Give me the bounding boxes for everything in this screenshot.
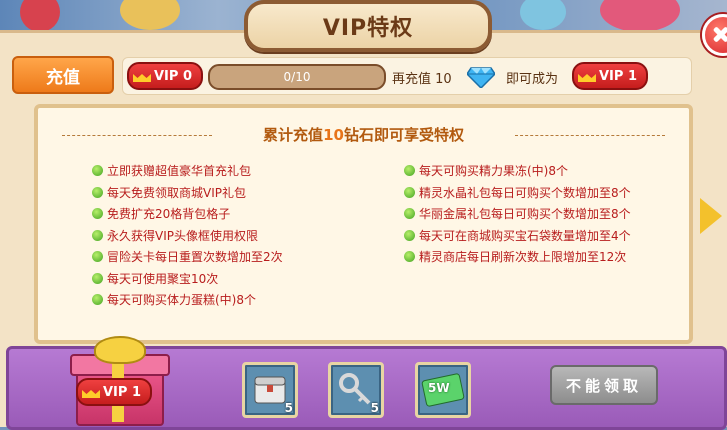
- perks-panel: 累计充值10钻石即可享受特权 立即获赠超值豪华首充礼包 每天免费领取商城VIP礼包…: [34, 104, 693, 344]
- next-vip-label: VIP 1: [599, 68, 637, 84]
- page-title: VIP特权: [322, 16, 414, 41]
- next-vip-badge: VIP 1: [572, 62, 648, 90]
- recharge-button[interactable]: 充值: [12, 56, 114, 94]
- perk-item: 精灵商店每日刷新次数上限增加至12次: [404, 248, 626, 265]
- diamond-icon: [467, 67, 495, 88]
- reward-item-chest[interactable]: 5: [242, 362, 298, 418]
- bullet-icon: [404, 165, 415, 176]
- claim-button[interactable]: 不能领取: [550, 365, 658, 405]
- become-text: 即可成为: [506, 72, 559, 87]
- item-count: 5: [370, 401, 379, 415]
- perk-text: 每天免费领取商城VIP礼包: [107, 185, 246, 200]
- bullet-icon: [404, 251, 415, 262]
- bullet-icon: [404, 186, 415, 198]
- perk-item: 永久获得VIP头像框使用权限: [92, 227, 258, 244]
- perk-item: 每天可使用聚宝10次: [92, 270, 218, 287]
- perks-header: 累计充值10钻石即可享受特权: [263, 126, 464, 144]
- crown-icon: [133, 70, 151, 82]
- stall-decoration: [600, 0, 680, 32]
- perk-text: 冒险关卡每日重置次数增加至2次: [107, 250, 283, 264]
- crown-icon: [578, 70, 596, 82]
- perk-text: 精灵商店每日刷新次数上限增加至12次: [419, 250, 627, 264]
- perk-item: 每天可购买精力果冻(中)8个: [404, 162, 568, 179]
- gift-vip-label: VIP 1: [103, 384, 141, 400]
- perk-text: 每天可在商城购买宝石袋数量增加至4个: [419, 228, 631, 243]
- bullet-icon: [404, 208, 415, 219]
- reward-item-energy-card[interactable]: 5W: [415, 362, 471, 418]
- recharge-amount: 10: [435, 72, 452, 87]
- energy-card-label: 5W: [428, 381, 450, 395]
- balloon-decoration: [520, 0, 566, 30]
- perk-item: 冒险关卡每日重置次数增加至2次: [92, 248, 283, 265]
- perk-item: 立即获赠超值豪华首充礼包: [92, 162, 251, 179]
- progress-text: 0/10: [283, 70, 311, 84]
- gift-vip-badge: VIP 1: [76, 378, 152, 406]
- bullet-icon: [92, 251, 103, 262]
- perk-text: 华丽金属礼包每日可购买个数增加至8个: [419, 207, 631, 221]
- next-page-arrow[interactable]: [700, 198, 722, 234]
- perk-text: 精灵水晶礼包每日可购买个数增加至8个: [419, 185, 631, 200]
- bullet-icon: [404, 229, 415, 241]
- current-vip-label: VIP 0: [154, 68, 192, 84]
- perk-item: 精灵水晶礼包每日可购买个数增加至8个: [404, 184, 631, 201]
- crown-icon: [82, 386, 100, 398]
- reward-item-key[interactable]: 5: [328, 362, 384, 418]
- item-count: 5: [284, 401, 293, 415]
- perk-text: 每天可购买体力蛋糕(中)8个: [107, 293, 256, 307]
- perk-item: 每天可在商城购买宝石袋数量增加至4个: [404, 227, 631, 244]
- balloon-decoration: [20, 0, 60, 32]
- recharge-prefix-text: 再充值 10: [392, 72, 452, 87]
- perk-item: 每天免费领取商城VIP礼包: [92, 184, 246, 201]
- bullet-icon: [92, 229, 103, 241]
- perk-text: 永久获得VIP头像框使用权限: [107, 228, 258, 243]
- bullet-icon: [92, 208, 103, 219]
- bullet-icon: [92, 294, 103, 305]
- cloud-decoration: [120, 0, 180, 30]
- vip-progress-bar: 0/10: [208, 64, 386, 90]
- title-plate: VIP特权: [244, 0, 492, 52]
- perk-text: 每天可购买精力果冻(中)8个: [419, 164, 568, 178]
- perk-text: 每天可使用聚宝10次: [107, 271, 219, 286]
- bullet-icon: [92, 186, 103, 198]
- perk-text: 立即获赠超值豪华首充礼包: [107, 164, 252, 178]
- perk-text: 免费扩充20格背包格子: [107, 207, 231, 221]
- perk-item: 每天可购买体力蛋糕(中)8个: [92, 291, 256, 308]
- current-vip-badge: VIP 0: [127, 62, 203, 90]
- perk-item: 华丽金属礼包每日可购买个数增加至8个: [404, 205, 631, 222]
- bullet-icon: [92, 272, 103, 284]
- bullet-icon: [92, 165, 103, 176]
- perk-item: 免费扩充20格背包格子: [92, 205, 230, 222]
